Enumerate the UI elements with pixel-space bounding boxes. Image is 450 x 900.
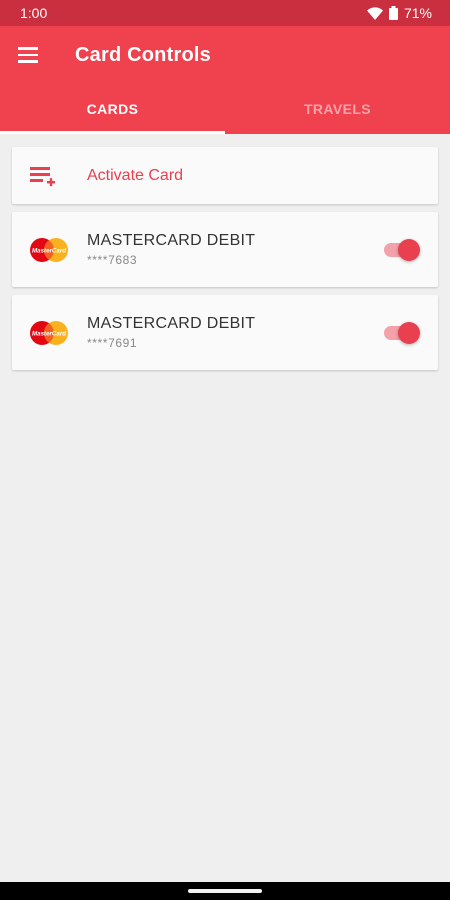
page-title: Card Controls	[75, 43, 211, 66]
card-list-item[interactable]: MasterCard MASTERCARD DEBIT ****7683	[12, 212, 438, 287]
svg-text:MasterCard: MasterCard	[32, 330, 66, 337]
card-name: MASTERCARD DEBIT	[87, 232, 256, 249]
app-bar: Card Controls CARDS TRAVELS	[0, 26, 450, 134]
wifi-icon	[366, 6, 383, 20]
card-enable-toggle[interactable]	[382, 238, 420, 262]
tab-cards[interactable]: CARDS	[0, 84, 225, 134]
add-card-icon	[29, 164, 57, 188]
home-gesture-handle[interactable]	[188, 889, 262, 893]
battery-icon	[388, 6, 398, 20]
activate-card-label: Activate Card	[87, 166, 184, 184]
card-number: ****7683	[87, 253, 138, 267]
hamburger-menu-icon[interactable]	[18, 43, 42, 67]
activate-card-button[interactable]: Activate Card	[12, 147, 438, 204]
tab-bar: CARDS TRAVELS	[0, 84, 450, 134]
card-name: MASTERCARD DEBIT	[87, 315, 256, 332]
svg-text:MasterCard: MasterCard	[32, 247, 66, 254]
status-time: 1:00	[20, 5, 48, 21]
status-icons: 71%	[366, 5, 432, 21]
card-list-item[interactable]: MasterCard MASTERCARD DEBIT ****7691	[12, 295, 438, 370]
mastercard-logo: MasterCard	[28, 236, 70, 264]
card-enable-toggle[interactable]	[382, 321, 420, 345]
battery-percent: 71%	[403, 5, 432, 21]
tab-travels[interactable]: TRAVELS	[225, 84, 450, 134]
card-number: ****7691	[87, 336, 138, 350]
system-nav-bar	[0, 882, 450, 900]
status-bar: 1:00 71%	[0, 0, 450, 26]
mastercard-logo: MasterCard	[28, 319, 70, 347]
